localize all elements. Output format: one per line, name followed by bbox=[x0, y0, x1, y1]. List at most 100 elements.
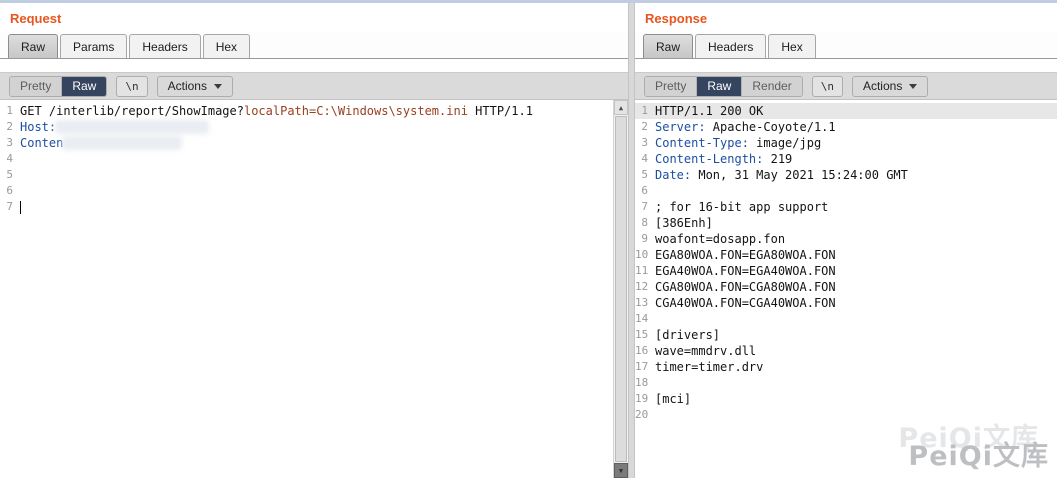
actions-button[interactable]: Actions bbox=[851, 75, 929, 97]
tab-hex[interactable]: Hex bbox=[768, 34, 816, 58]
response-toolbar: Pretty Raw Render \n Actions bbox=[635, 72, 1057, 100]
line-number: 3 bbox=[6, 136, 13, 149]
code-line: 5 bbox=[0, 167, 628, 183]
line-number: 3 bbox=[641, 136, 648, 149]
line-content: [386Enh] bbox=[655, 215, 713, 231]
line-content: HTTP/1.1 200 OK bbox=[655, 103, 763, 119]
line-number: 6 bbox=[641, 184, 648, 197]
code-text: [386Enh] bbox=[655, 216, 713, 230]
response-panel-title: Response bbox=[645, 11, 708, 26]
actions-label: Actions bbox=[167, 79, 207, 93]
line-number: 4 bbox=[6, 152, 13, 165]
code-line: 4 bbox=[0, 151, 628, 167]
newline-toggle-button[interactable]: \n bbox=[811, 75, 843, 97]
code-line: 4 Content-Length: 219 bbox=[635, 151, 1057, 167]
line-number: 8 bbox=[641, 216, 648, 229]
code-text: Content-Length: bbox=[655, 152, 764, 166]
code-text: CGA40WOA.FON=CGA40WOA.FON bbox=[655, 296, 836, 310]
code-line: 19 [mci] bbox=[635, 391, 1057, 407]
code-line: 7 bbox=[0, 199, 628, 215]
code-text: HTTP/1.1 bbox=[467, 104, 533, 118]
scrollbar-thumb[interactable] bbox=[615, 116, 627, 462]
code-line: 2 Server: Apache-Coyote/1.1 bbox=[635, 119, 1057, 135]
scroll-down-button[interactable]: ▼ bbox=[614, 463, 628, 478]
line-number: 7 bbox=[641, 200, 648, 213]
tab-raw[interactable]: Raw bbox=[643, 34, 694, 58]
render-button[interactable]: Render bbox=[742, 76, 802, 96]
code-text: [mci] bbox=[655, 392, 692, 406]
code-text: 219 bbox=[763, 152, 793, 166]
line-content: Content-Length: 219 bbox=[655, 151, 792, 167]
code-line: 18 bbox=[635, 375, 1057, 391]
code-text: [drivers] bbox=[655, 328, 721, 342]
code-line: 20 bbox=[635, 407, 1057, 423]
response-code-lines: 1 HTTP/1.1 200 OK 2 Server: Apache-Coyote/1… bbox=[635, 103, 1057, 423]
code-text: Apache-Coyote/1.1 bbox=[705, 120, 836, 134]
line-content: timer=timer.drv bbox=[655, 359, 763, 375]
line-content: Date: Mon, 31 May 2021 15:24:00 GMT bbox=[655, 167, 908, 183]
pretty-button[interactable]: Pretty bbox=[645, 76, 698, 96]
actions-button[interactable]: Actions bbox=[156, 75, 233, 97]
code-text: EGA80WOA.FON=EGA80WOA.FON bbox=[655, 248, 836, 262]
code-line: 11 EGA40WOA.FON=EGA40WOA.FON bbox=[635, 263, 1057, 279]
actions-label: Actions bbox=[862, 79, 903, 93]
line-content: [mci] bbox=[655, 391, 691, 407]
line-number: 15 bbox=[635, 328, 649, 341]
request-editor[interactable]: 1 GET /interlib/report/ShowImage?localPat… bbox=[0, 100, 628, 478]
response-panel: Response Raw Headers Hex Pretty Raw Render \… bbox=[635, 3, 1057, 478]
scroll-up-button[interactable]: ▲ bbox=[614, 100, 628, 115]
text-caret bbox=[20, 201, 21, 214]
code-text: Date: bbox=[655, 168, 692, 182]
chevron-down-icon bbox=[909, 83, 918, 89]
line-number: 2 bbox=[641, 120, 648, 133]
code-line: 1 HTTP/1.1 200 OK bbox=[635, 103, 1057, 119]
redacted-text bbox=[63, 137, 182, 149]
line-content: [drivers] bbox=[655, 327, 720, 343]
down-arrow-icon: ▼ bbox=[618, 466, 624, 475]
tab-headers[interactable]: Headers bbox=[695, 34, 767, 58]
code-line: 1 GET /interlib/report/ShowImage?localPat… bbox=[0, 103, 628, 119]
code-text: timer=timer.drv bbox=[655, 360, 764, 374]
code-text: Host: bbox=[20, 120, 57, 134]
request-toolbar: Pretty Raw \n Actions bbox=[0, 72, 628, 100]
line-content: Conten bbox=[20, 135, 182, 151]
code-text: Content-Type: bbox=[655, 136, 749, 150]
tab-headers[interactable]: Headers bbox=[129, 34, 201, 58]
raw-button[interactable]: Raw bbox=[62, 76, 107, 96]
line-number: 5 bbox=[641, 168, 648, 181]
response-editor[interactable]: 1 HTTP/1.1 200 OK 2 Server: Apache-Coyote/1… bbox=[635, 100, 1057, 478]
code-text: Mon, 31 May 2021 15:24:00 GMT bbox=[691, 168, 908, 182]
tab-raw[interactable]: Raw bbox=[8, 34, 59, 58]
newline-toggle-button[interactable]: \n bbox=[116, 75, 148, 97]
line-content: GET /interlib/report/ShowImage?localPath… bbox=[20, 103, 533, 119]
raw-button[interactable]: Raw bbox=[697, 76, 743, 96]
request-tab-bar: Raw Params Headers Hex bbox=[0, 32, 628, 59]
vertical-scrollbar[interactable]: ▲ ▼ bbox=[613, 100, 628, 478]
code-text: CGA80WOA.FON=CGA80WOA.FON bbox=[655, 280, 836, 294]
line-content: Host: bbox=[20, 119, 209, 135]
line-number: 14 bbox=[635, 312, 649, 325]
response-view-mode-switch: Pretty Raw Render bbox=[644, 75, 803, 97]
line-content: EGA80WOA.FON=EGA80WOA.FON bbox=[655, 247, 836, 263]
code-line: 13 CGA40WOA.FON=CGA40WOA.FON bbox=[635, 295, 1057, 311]
panel-divider[interactable] bbox=[628, 3, 635, 478]
line-content: EGA40WOA.FON=EGA40WOA.FON bbox=[655, 263, 836, 279]
code-line: 6 bbox=[0, 183, 628, 199]
redacted-text bbox=[56, 121, 209, 133]
line-number: 2 bbox=[6, 120, 13, 133]
code-text: woafont=dosapp.fon bbox=[655, 232, 786, 246]
code-line: 10 EGA80WOA.FON=EGA80WOA.FON bbox=[635, 247, 1057, 263]
response-tab-bar: Raw Headers Hex bbox=[635, 32, 1057, 59]
line-number: 13 bbox=[635, 296, 649, 309]
tab-hex[interactable]: Hex bbox=[202, 34, 251, 58]
request-panel: Request Raw Params Headers Hex Pretty Raw \n… bbox=[0, 3, 628, 478]
code-line: 3 Content-Type: image/jpg bbox=[635, 135, 1057, 151]
code-line: 3 Conten bbox=[0, 135, 628, 151]
code-text: HTTP/1.1 200 OK bbox=[655, 104, 764, 118]
line-content: Server: Apache-Coyote/1.1 bbox=[655, 119, 836, 135]
code-line: 5 Date: Mon, 31 May 2021 15:24:00 GMT bbox=[635, 167, 1057, 183]
pretty-button[interactable]: Pretty bbox=[10, 76, 63, 96]
line-number: 6 bbox=[6, 184, 13, 197]
line-content: ; for 16-bit app support bbox=[655, 199, 828, 215]
tab-params[interactable]: Params bbox=[60, 34, 128, 58]
